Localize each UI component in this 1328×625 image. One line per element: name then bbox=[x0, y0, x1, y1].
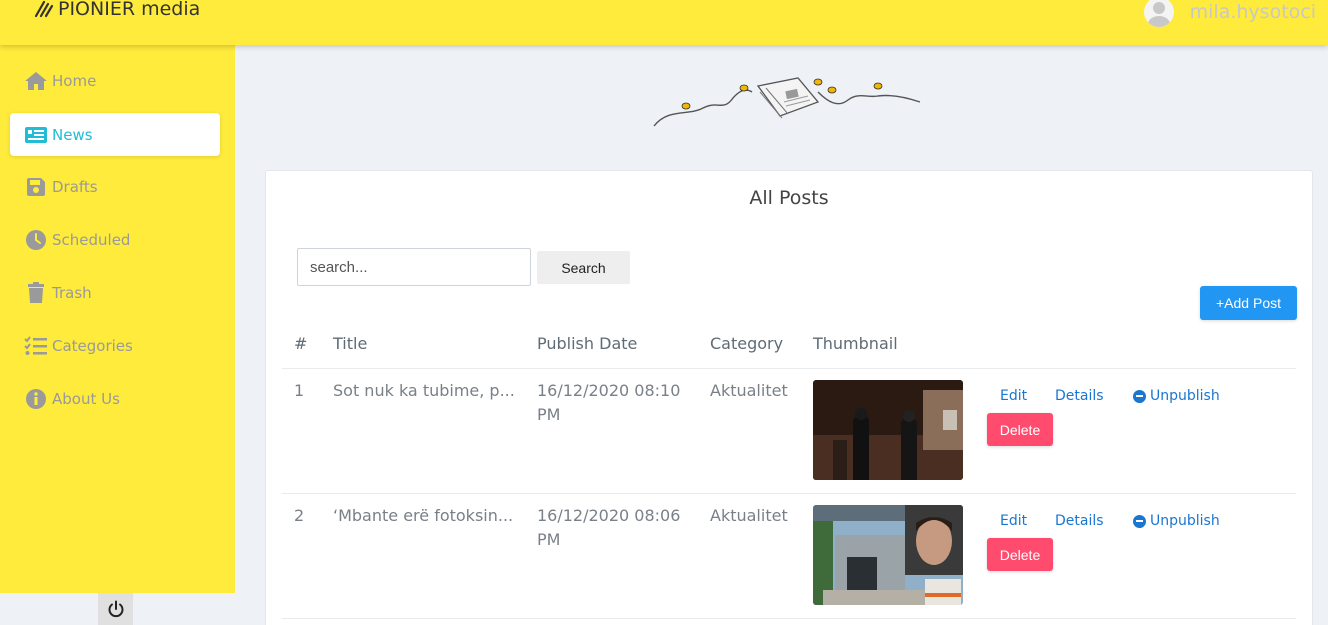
column-header-title[interactable]: Title bbox=[333, 334, 367, 353]
page-title: All Posts bbox=[749, 187, 829, 209]
search-input[interactable] bbox=[297, 248, 531, 286]
delete-button[interactable]: Delete bbox=[987, 538, 1053, 571]
unpublish-label: Unpublish bbox=[1150, 388, 1220, 404]
newspaper-bees-decoration bbox=[653, 77, 921, 127]
column-header-category[interactable]: Category bbox=[710, 334, 783, 353]
minus-circle-icon bbox=[1133, 514, 1146, 528]
post-category: Aktualitet bbox=[710, 506, 788, 525]
sidebar-item-label: News bbox=[52, 125, 93, 144]
sidebar-item-label: Drafts bbox=[52, 177, 98, 196]
row-number: 1 bbox=[294, 381, 305, 400]
sidebar-item-drafts[interactable]: Drafts bbox=[10, 165, 220, 208]
edit-link[interactable]: Edit bbox=[1000, 388, 1027, 404]
post-thumbnail bbox=[813, 380, 963, 480]
details-link[interactable]: Details bbox=[1055, 388, 1104, 404]
sidebar-item-label: About Us bbox=[52, 389, 120, 408]
table-row: 2 ‘Mbante erë fotoksin... 16/12/2020 08:… bbox=[266, 493, 1312, 618]
post-title: ‘Mbante erë fotoksin... bbox=[333, 506, 514, 525]
list-check-icon bbox=[24, 335, 48, 357]
sidebar-item-label: Home bbox=[52, 71, 97, 90]
delete-button[interactable]: Delete bbox=[987, 413, 1053, 446]
posts-card: All Posts Search +Add Post # Title Publi… bbox=[265, 170, 1313, 625]
column-header-thumbnail: Thumbnail bbox=[813, 334, 898, 353]
unpublish-link[interactable]: Unpublish bbox=[1133, 388, 1220, 404]
publish-date: 16/12/2020 08:10 PM bbox=[537, 379, 680, 427]
sidebar-item-categories[interactable]: Categories bbox=[10, 324, 220, 367]
publish-date: 16/12/2020 08:06 PM bbox=[537, 504, 680, 552]
publish-date-line: 16/12/2020 08:10 bbox=[537, 381, 681, 400]
add-post-button[interactable]: +Add Post bbox=[1200, 286, 1297, 320]
post-category: Aktualitet bbox=[710, 381, 788, 400]
sidebar-item-scheduled[interactable]: Scheduled bbox=[10, 218, 220, 261]
unpublish-link[interactable]: Unpublish bbox=[1133, 513, 1220, 529]
avatar[interactable] bbox=[1143, 0, 1174, 27]
brand-stripes-icon bbox=[34, 0, 54, 18]
newspaper-icon bbox=[24, 124, 48, 146]
divider bbox=[282, 618, 1296, 619]
sidebar: Home News Drafts Scheduled Trash Categor… bbox=[0, 45, 235, 593]
user-menu[interactable]: mila.hysotoci bbox=[1143, 0, 1316, 27]
row-number: 2 bbox=[294, 506, 305, 525]
column-header-publish-date[interactable]: Publish Date bbox=[537, 334, 637, 353]
home-icon bbox=[24, 70, 48, 92]
sidebar-footer bbox=[0, 593, 235, 625]
save-icon bbox=[24, 176, 48, 198]
sidebar-item-label: Trash bbox=[52, 283, 92, 302]
power-icon bbox=[108, 600, 123, 618]
edit-link[interactable]: Edit bbox=[1000, 513, 1027, 529]
username[interactable]: mila.hysotoci bbox=[1190, 1, 1316, 23]
logout-button[interactable] bbox=[98, 593, 133, 625]
sidebar-item-label: Categories bbox=[52, 336, 133, 355]
details-link[interactable]: Details bbox=[1055, 513, 1104, 529]
publish-date-line: PM bbox=[537, 530, 561, 549]
publish-date-line: 16/12/2020 08:06 bbox=[537, 506, 681, 525]
publish-date-line: PM bbox=[537, 405, 561, 424]
clock-icon bbox=[24, 229, 48, 251]
sidebar-item-home[interactable]: Home bbox=[10, 59, 220, 102]
brand-name: PIONIER media bbox=[58, 0, 201, 20]
post-thumbnail bbox=[813, 505, 963, 605]
sidebar-item-label: Scheduled bbox=[52, 230, 131, 249]
search-button[interactable]: Search bbox=[537, 251, 630, 284]
info-icon bbox=[24, 388, 48, 410]
sidebar-item-trash[interactable]: Trash bbox=[10, 271, 220, 314]
minus-circle-icon bbox=[1133, 389, 1146, 403]
table-row: 1 Sot nuk ka tubime, p... 16/12/2020 08:… bbox=[266, 368, 1312, 493]
top-bar: PIONIER media mila.hysotoci bbox=[0, 0, 1328, 45]
sidebar-item-about-us[interactable]: About Us bbox=[10, 377, 220, 420]
brand-logo[interactable]: PIONIER media bbox=[34, 0, 200, 20]
sidebar-item-news[interactable]: News bbox=[10, 113, 220, 156]
column-header-number: # bbox=[294, 334, 308, 353]
trash-icon bbox=[24, 281, 48, 304]
unpublish-label: Unpublish bbox=[1150, 513, 1220, 529]
post-title: Sot nuk ka tubime, p... bbox=[333, 381, 515, 400]
